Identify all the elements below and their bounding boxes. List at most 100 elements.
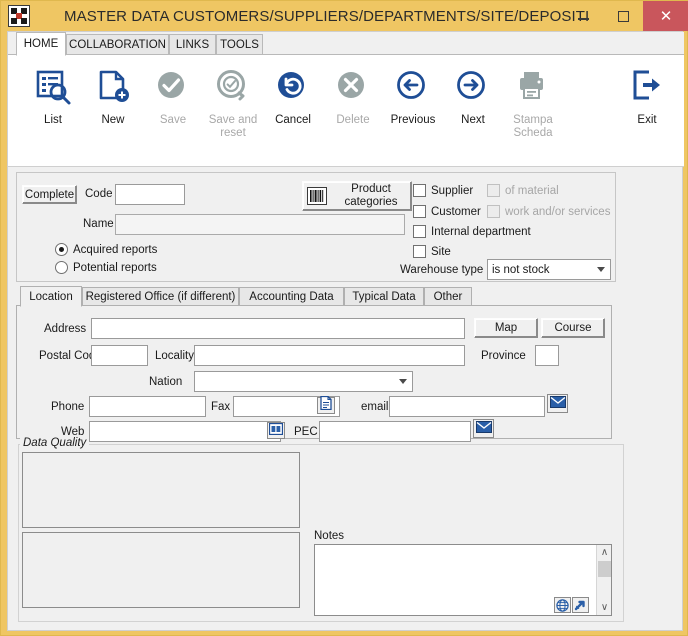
new-button[interactable]: New <box>82 61 144 161</box>
header-form-panel: Complete Code Name Acquired reports Pote… <box>16 172 616 282</box>
notes-scrollbar[interactable]: ∧ ∨ <box>596 545 611 615</box>
ribbon-panel: List New Save Save and reset Cancel Dele… <box>8 55 684 167</box>
next-button[interactable]: Next <box>442 61 504 161</box>
tab-registered-office[interactable]: Registered Office (if different) <box>82 287 239 306</box>
new-button-label: New <box>101 114 125 126</box>
data-quality-box-bottom[interactable] <box>22 532 300 608</box>
barcode-icon <box>303 187 331 205</box>
checkbox-of-material-label: of material <box>505 185 559 197</box>
radio-acquired-reports[interactable] <box>55 243 68 256</box>
exit-button[interactable]: Exit <box>616 61 678 161</box>
save-and-reset-button: Save and reset <box>202 61 264 161</box>
warehouse-type-value: is not stock <box>492 263 550 276</box>
minimize-button[interactable] <box>563 1 603 31</box>
checkbox-internal-department-label: Internal department <box>431 226 531 238</box>
tab-other[interactable]: Other <box>424 287 472 306</box>
notes-textarea[interactable]: ∧ ∨ <box>314 544 612 616</box>
web-input[interactable] <box>89 421 281 442</box>
checkbox-supplier-label: Supplier <box>431 185 474 197</box>
checkbox-internal-department[interactable] <box>413 225 426 238</box>
envelope-icon <box>475 420 492 438</box>
checkbox-supplier[interactable] <box>413 184 426 197</box>
save-button-label: Save <box>159 114 187 126</box>
email-send-button[interactable] <box>547 394 568 413</box>
scroll-down-arrow-icon[interactable]: ∨ <box>597 600 612 615</box>
pec-input[interactable] <box>319 421 471 442</box>
chevron-down-icon <box>399 378 407 384</box>
scroll-up-arrow-icon[interactable]: ∧ <box>597 545 612 560</box>
save-and-reset-button-label: Save and reset <box>208 114 258 139</box>
client-area: HOME COLLABORATION LINKS TOOLS List New … <box>7 31 684 631</box>
checkbox-customer[interactable] <box>413 205 426 218</box>
location-panel: Address Map Course Postal Code Locality … <box>16 305 612 442</box>
radio-potential-reports[interactable] <box>55 261 68 274</box>
warehouse-type-select[interactable]: is not stock <box>487 259 611 280</box>
course-button[interactable]: Course <box>541 318 605 338</box>
notes-toolbar <box>554 597 589 613</box>
notes-label: Notes <box>314 530 345 542</box>
exit-button-label: Exit <box>637 114 657 126</box>
fax-label: Fax <box>211 401 231 413</box>
radio-acquired-reports-label: Acquired reports <box>73 244 158 256</box>
nation-select[interactable] <box>194 371 413 392</box>
tab-tools[interactable]: TOOLS <box>216 34 263 55</box>
new-document-icon <box>94 61 132 113</box>
phone-label: Phone <box>51 401 85 413</box>
postal-code-input[interactable] <box>91 345 148 366</box>
delete-button: Delete <box>322 61 384 161</box>
scrollbar-thumb[interactable] <box>598 561 611 577</box>
arrow-left-circle-icon <box>394 61 432 113</box>
previous-button[interactable]: Previous <box>382 61 444 161</box>
phone-input[interactable] <box>89 396 206 417</box>
tab-typical-data[interactable]: Typical Data <box>344 287 424 306</box>
list-button-label: List <box>44 114 62 126</box>
check-circle-refresh-icon <box>214 61 252 113</box>
province-input[interactable] <box>535 345 559 366</box>
save-button: Save <box>142 61 204 161</box>
tab-links[interactable]: LINKS <box>169 34 216 55</box>
warehouse-type-label: Warehouse type <box>400 264 484 276</box>
pec-label: PEC <box>294 426 318 438</box>
check-circle-icon <box>154 61 192 113</box>
document-icon <box>320 395 332 415</box>
checkered-flag-icon <box>8 5 30 27</box>
email-input[interactable] <box>389 396 545 417</box>
globe-icon[interactable] <box>554 597 571 613</box>
tab-collaboration[interactable]: COLLABORATION <box>66 34 169 55</box>
x-circle-icon <box>334 61 372 113</box>
product-categories-button[interactable]: Product categories <box>302 181 412 211</box>
complete-button[interactable]: Complete <box>22 185 77 204</box>
tab-accounting-data[interactable]: Accounting Data <box>239 287 344 306</box>
ribbon-tab-bar: HOME COLLABORATION LINKS TOOLS <box>8 32 684 56</box>
stampa-scheda-button-label: Stampa Scheda <box>513 114 553 139</box>
fax-document-icon-button[interactable] <box>317 395 335 415</box>
province-label: Province <box>481 350 526 362</box>
open-external-icon[interactable] <box>572 597 589 613</box>
pec-send-button[interactable] <box>473 419 494 438</box>
checkbox-site[interactable] <box>413 245 426 258</box>
web-open-button[interactable] <box>267 422 285 439</box>
application-window: MASTER DATA CUSTOMERS/SUPPLIERS/DEPARTME… <box>0 0 688 636</box>
address-input[interactable] <box>91 318 465 339</box>
list-button[interactable]: List <box>22 61 84 161</box>
data-quality-box-top[interactable] <box>22 452 300 528</box>
name-label: Name <box>83 218 114 230</box>
maximize-button[interactable] <box>603 1 643 31</box>
envelope-icon <box>549 395 566 413</box>
radio-potential-reports-label: Potential reports <box>73 262 157 274</box>
tab-home[interactable]: HOME <box>16 32 66 56</box>
map-button[interactable]: Map <box>474 318 538 338</box>
undo-circle-icon <box>274 61 312 113</box>
data-quality-legend: Data Quality <box>20 437 90 449</box>
code-label: Code <box>85 188 113 200</box>
close-button[interactable]: ✕ <box>643 1 688 31</box>
code-input[interactable] <box>115 184 185 205</box>
checkbox-customer-label: Customer <box>431 206 481 218</box>
name-input[interactable] <box>115 214 405 235</box>
next-button-label: Next <box>461 114 485 126</box>
cancel-button[interactable]: Cancel <box>262 61 324 161</box>
checkbox-of-material <box>487 184 500 197</box>
checkbox-work-and-or-services <box>487 205 500 218</box>
tab-location[interactable]: Location <box>20 286 82 307</box>
locality-input[interactable] <box>194 345 465 366</box>
